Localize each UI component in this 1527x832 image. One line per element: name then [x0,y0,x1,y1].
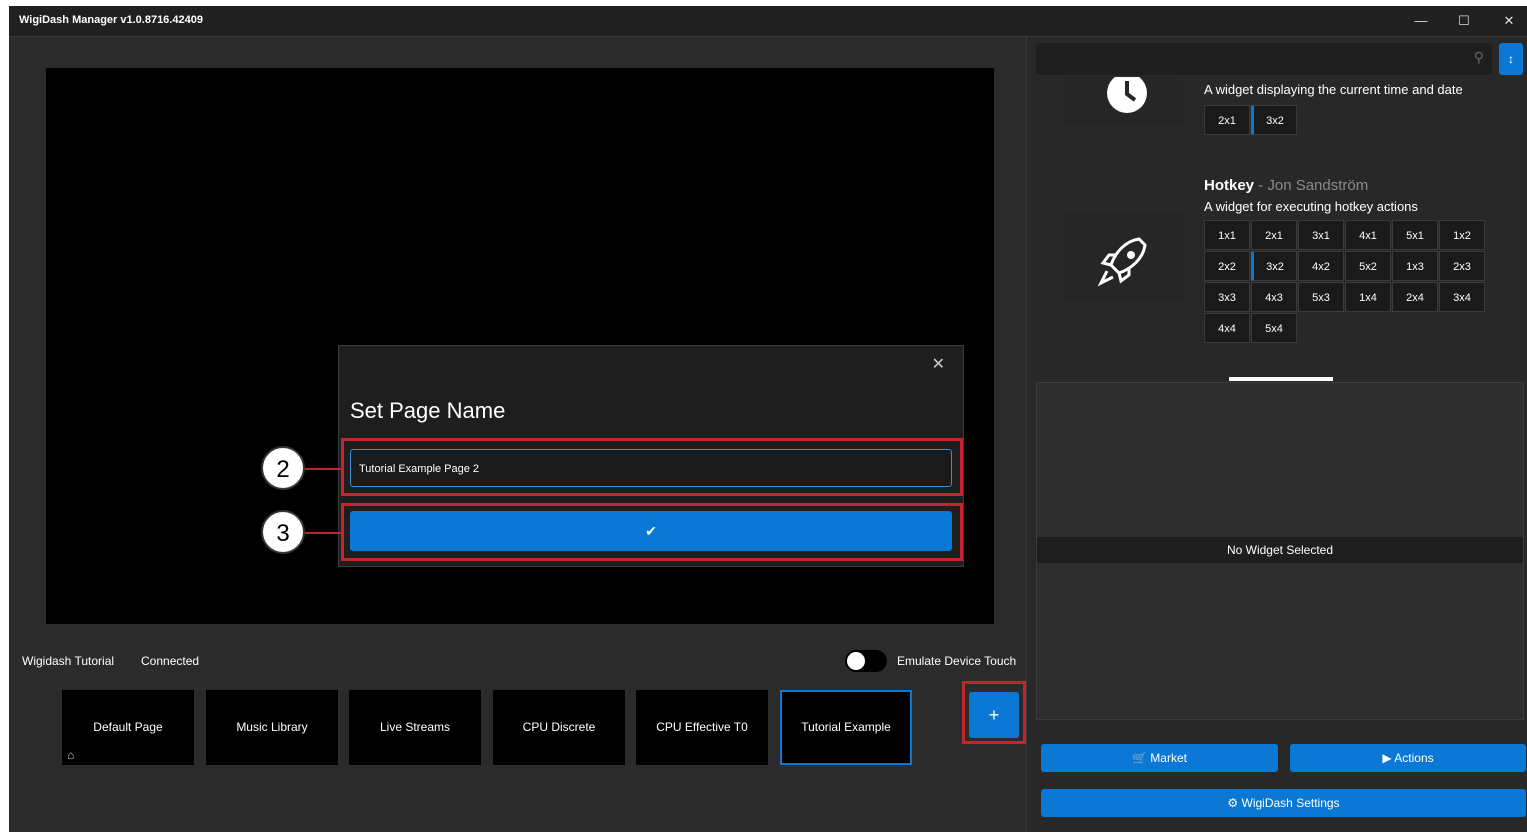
app-window: WigiDash Manager v1.0.8716.42409 — ☐ ✕ ✕… [9,6,1527,832]
rocket-icon [1097,237,1147,287]
page-tile-default[interactable]: Default Page ⌂ [62,690,194,765]
callout-line-2 [305,468,343,470]
search-icon: ⚲ [1473,49,1484,65]
callout-line-3 [305,532,343,534]
dialog-title: Set Page Name [350,398,506,423]
add-page-button[interactable]: + [969,692,1019,738]
widget-list-scrollbar[interactable] [1229,377,1333,381]
clock-widget-thumbnail[interactable] [1063,77,1183,125]
maximize-button[interactable]: ☐ [1449,10,1479,32]
widget-search-input[interactable]: ⚲ [1036,43,1492,75]
page-tile-label: CPU Effective T0 [656,720,748,734]
size-option[interactable]: 1x1 [1204,220,1250,250]
callout-3: 3 [261,510,305,554]
no-widget-selected-label: No Widget Selected [1037,537,1523,563]
page-tile-tutorial-example[interactable]: Tutorial Example [780,690,912,765]
page-tile-label: Live Streams [379,720,451,734]
size-option[interactable]: 2x2 [1204,251,1250,281]
clock-icon [1107,77,1147,113]
callout-2: 2 [261,446,305,490]
widget-name: Hotkey [1204,177,1255,194]
title-bar: WigiDash Manager v1.0.8716.42409 — ☐ ✕ [9,6,1527,37]
size-option[interactable]: 5x3 [1298,282,1344,312]
sort-button[interactable]: ↕ [1499,43,1523,75]
page-tile-label: Default Page [93,720,163,734]
page-tile-label: Tutorial Example [801,720,891,734]
page-tile-cpu-effective[interactable]: CPU Effective T0 [636,690,768,765]
size-option[interactable]: 2x1 [1204,105,1250,135]
size-option[interactable]: 3x3 [1204,282,1250,312]
widget-description: A widget for executing hotkey actions [1204,199,1418,214]
dialog-close-icon[interactable]: ✕ [932,354,945,374]
emulate-touch-label: Emulate Device Touch [897,654,1017,668]
emulate-touch-toggle[interactable] [845,650,887,672]
page-tile-label: CPU Discrete [522,720,596,734]
hotkey-widget-thumbnail[interactable] [1063,213,1183,301]
size-option[interactable]: 4x2 [1298,251,1344,281]
size-option[interactable]: 3x1 [1298,220,1344,250]
home-icon: ⌂ [67,748,75,762]
size-option[interactable]: 2x3 [1439,251,1485,281]
size-option[interactable]: 2x1 [1251,220,1297,250]
size-option[interactable]: 3x4 [1439,282,1485,312]
connection-status: Connected [141,654,200,668]
widget-title: Hotkey - Jon Sandström [1204,177,1368,194]
device-name: Wigidash Tutorial [22,654,115,668]
close-window-button[interactable]: ✕ [1494,10,1524,32]
actions-button[interactable]: ▶ Actions [1290,744,1526,772]
widget-list[interactable]: A widget displaying the current time and… [1027,77,1527,367]
size-option[interactable]: 5x2 [1345,251,1391,281]
size-option[interactable]: 5x4 [1251,313,1297,343]
size-option[interactable]: 4x1 [1345,220,1391,250]
page-tile-cpu-discrete[interactable]: CPU Discrete [493,690,625,765]
market-button[interactable]: 🛒 Market [1041,744,1278,772]
wigidash-settings-button[interactable]: ⚙ WigiDash Settings [1041,789,1526,817]
page-tile-label: Music Library [236,720,308,734]
page-tile-music-library[interactable]: Music Library [206,690,338,765]
size-option[interactable]: 5x1 [1392,220,1438,250]
highlight-box-2 [341,438,963,496]
size-option[interactable]: 4x4 [1204,313,1250,343]
page-tile-live-streams[interactable]: Live Streams [349,690,481,765]
clock-size-options: 2x1 3x2 [1204,105,1485,135]
widget-properties-panel: No Widget Selected [1036,382,1524,720]
hotkey-size-options: 1x1 2x1 3x1 4x1 5x1 1x2 2x2 3x2 4x2 5x2 … [1204,220,1485,343]
toggle-knob [847,652,865,670]
size-option[interactable]: 4x3 [1251,282,1297,312]
size-option[interactable]: 1x3 [1392,251,1438,281]
size-option[interactable]: 1x2 [1439,220,1485,250]
widget-author: - Jon Sandström [1254,177,1369,194]
window-title: WigiDash Manager v1.0.8716.42409 [19,14,203,26]
minimize-button[interactable]: — [1406,10,1436,32]
size-option[interactable]: 1x4 [1345,282,1391,312]
size-option[interactable]: 3x2 [1251,105,1297,135]
right-panel: ⚲ ↕ A widget displaying the current time… [1026,37,1527,832]
highlight-box-3 [341,503,963,561]
size-option[interactable]: 3x2 [1251,251,1297,281]
widget-description: A widget displaying the current time and… [1204,82,1463,97]
size-option[interactable]: 2x4 [1392,282,1438,312]
